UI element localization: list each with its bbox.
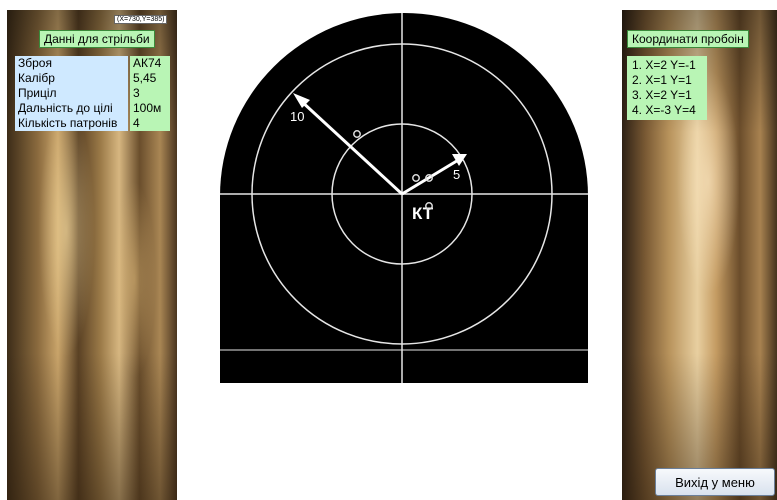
row-label: Зброя [15,56,128,71]
row-label: Кількість патронів [15,116,128,131]
table-row: Приціл 3 [15,86,170,101]
row-value: 4 [130,116,170,131]
row-value: АК74 [130,56,170,71]
firing-data-header: Данні для стрільби [39,30,155,48]
list-item: 3. X=2 Y=1 [632,88,692,102]
row-label: Калібр [15,71,128,86]
exit-to-menu-button[interactable]: Вихід у меню [655,468,775,496]
target-silhouette [220,13,588,383]
row-value: 3 [130,86,170,101]
shooting-target[interactable]: 10 5 КТ [220,13,588,383]
table-row: Дальність до цілі 100м [15,101,170,116]
hole-coords-list: 1. X=2 Y=-1 2. X=1 Y=1 3. X=2 Y=1 4. X=-… [627,56,707,120]
row-label: Дальність до цілі [15,101,128,116]
list-item: 2. X=1 Y=1 [632,73,692,87]
ring-label-5: 5 [453,167,460,182]
left-panel: (X=730,Y=385) Данні для стрільби Зброя А… [7,10,177,500]
cursor-coords: (X=730,Y=385) [114,15,168,24]
row-label: Приціл [15,86,128,101]
list-item: 1. X=2 Y=-1 [632,58,696,72]
row-value: 100м [130,101,170,116]
hole-coords-header: Координати пробоін [627,30,749,48]
table-row: Кількість патронів 4 [15,116,170,131]
list-item: 4. X=-3 Y=4 [632,103,696,117]
row-value: 5,45 [130,71,170,86]
firing-data-table: Зброя АК74 Калібр 5,45 Приціл 3 Дальніст… [13,56,172,131]
table-row: Зброя АК74 [15,56,170,71]
table-row: Калібр 5,45 [15,71,170,86]
ring-label-10: 10 [290,109,304,124]
center-label: КТ [412,204,434,223]
right-panel: Координати пробоін 1. X=2 Y=-1 2. X=1 Y=… [622,10,777,500]
